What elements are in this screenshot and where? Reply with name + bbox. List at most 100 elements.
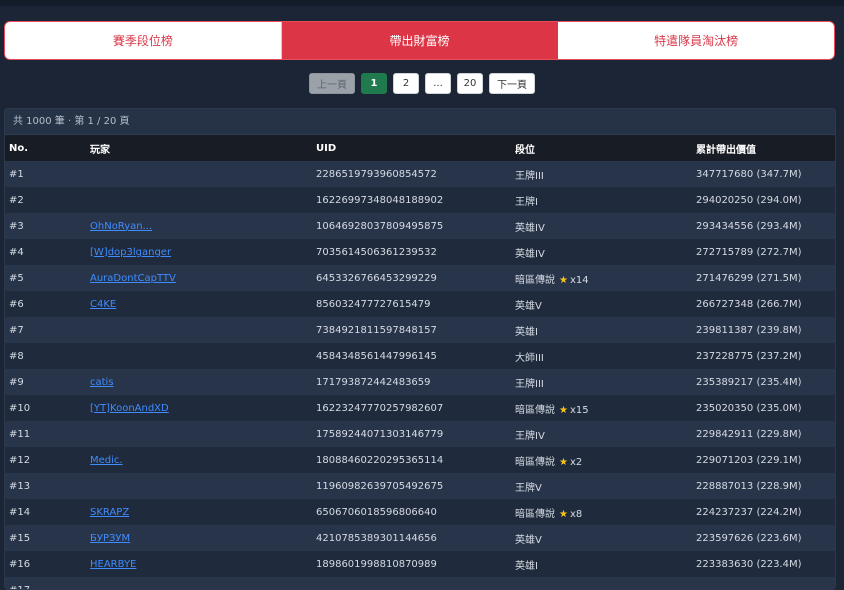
table-row: #1311960982639705492675王牌V228887013 (228… — [5, 473, 835, 499]
player-link[interactable]: БУРЗУМ — [90, 533, 130, 544]
star-icon: ★ — [559, 509, 568, 520]
player-link[interactable]: OhNoRyan... — [90, 221, 152, 232]
uid-cell: 7035614506361239532 — [312, 239, 511, 265]
table-row: #6C4KE856032477727615479英雄V266727348 (26… — [5, 291, 835, 317]
value-cell: 228887013 (228.9M) — [692, 473, 835, 499]
uid-cell: 4210785389301144656 — [312, 525, 511, 551]
player-cell: [YT]KoonAndXD — [86, 395, 312, 421]
row-number: #14 — [5, 499, 86, 525]
rank-label: 王牌V — [515, 483, 542, 494]
player-cell — [86, 187, 312, 213]
rank-label: 英雄IV — [515, 223, 545, 234]
player-cell — [86, 317, 312, 343]
rank-label: 暗區傳說 — [515, 275, 555, 286]
next-page-button[interactable]: 下一頁 — [489, 73, 535, 94]
player-link[interactable]: HEARBYE — [90, 559, 136, 570]
rank-cell: 英雄IV — [511, 213, 692, 239]
player-cell: AuraDontCapTTV — [86, 265, 312, 291]
table-row: #5AuraDontCapTTV6453326766453299229暗區傳說★… — [5, 265, 835, 291]
rank-cell: 暗區傳說 ★x14 — [511, 265, 692, 291]
value-cell: 239811387 (239.8M) — [692, 317, 835, 343]
rank-cell: 王牌III — [511, 369, 692, 395]
row-number: #16 — [5, 551, 86, 577]
table-row: #1117589244071303146779王牌IV229842911 (22… — [5, 421, 835, 447]
tab-season-rank[interactable]: 賽季段位榜 — [5, 22, 282, 59]
table-row: #15БУРЗУМ4210785389301144656英雄V223597626… — [5, 525, 835, 551]
table-row: #77384921811597848157英雄I239811387 (239.8… — [5, 317, 835, 343]
player-link[interactable]: [YT]KoonAndXD — [90, 403, 169, 414]
rank-cell: 暗區傳說★x15 — [511, 395, 692, 421]
star-count: x8 — [570, 509, 582, 520]
page-button-1[interactable]: 1 — [361, 73, 387, 94]
player-cell: OhNoRyan... — [86, 213, 312, 239]
player-link[interactable]: AuraDontCapTTV — [90, 273, 176, 284]
rank-cell: 王牌I — [511, 187, 692, 213]
value-cell: 237228775 (237.2M) — [692, 343, 835, 369]
prev-page-button[interactable]: 上一頁 — [309, 73, 355, 94]
player-link[interactable]: SKRAPZ — [90, 507, 129, 518]
rank-cell: 英雄V — [511, 525, 692, 551]
player-cell: [W]dop3lganger — [86, 239, 312, 265]
page-button-2[interactable]: 2 — [393, 73, 419, 94]
player-link[interactable]: catis — [90, 377, 114, 388]
tab-wealth-extracted[interactable]: 帶出財富榜 — [282, 22, 559, 59]
value-cell: 235020350 (235.0M) — [692, 395, 835, 421]
rank-label: 英雄I — [515, 327, 538, 338]
rank-label: 英雄V — [515, 535, 542, 546]
rank-label: 王牌IV — [515, 431, 545, 442]
page-ellipsis: ... — [425, 73, 451, 94]
star-count: x14 — [570, 275, 589, 286]
table-row: #10[YT]KoonAndXD16223247770257982607暗區傳說… — [5, 395, 835, 421]
row-number: #1 — [5, 161, 86, 187]
rank-cell: 英雄I — [511, 317, 692, 343]
uid-cell: 6506706018596806640 — [312, 499, 511, 525]
row-number: #13 — [5, 473, 86, 499]
player-cell — [86, 473, 312, 499]
table-row: #12286519793960854572王牌III347717680 (347… — [5, 161, 835, 187]
page-button-20[interactable]: 20 — [457, 73, 483, 94]
table-header-row: No. 玩家 UID 段位 累計帶出價值 — [5, 135, 835, 161]
player-link[interactable]: ... — [90, 585, 100, 590]
rank-cell: 英雄V — [511, 291, 692, 317]
star-icon: ★ — [559, 275, 568, 286]
uid-cell: 7384921811597848157 — [312, 317, 511, 343]
value-cell: 223597626 (223.6M) — [692, 525, 835, 551]
value-cell: 294020250 (294.0M) — [692, 187, 835, 213]
rank-label: 王牌III — [515, 379, 544, 390]
top-bar — [0, 0, 844, 6]
player-cell — [86, 161, 312, 187]
pagination: 上一頁 1 2 ... 20 下一頁 — [0, 73, 844, 94]
star-icon: ★ — [559, 405, 568, 416]
rank-label: 英雄I — [515, 561, 538, 572]
uid-cell: 1898601998810870989 — [312, 551, 511, 577]
leaderboard-table: No. 玩家 UID 段位 累計帶出價值 #122865197939608545… — [5, 135, 835, 590]
rank-label: 英雄IV — [515, 249, 545, 260]
uid-cell: 17589244071303146779 — [312, 421, 511, 447]
rank-label: 大師III — [515, 353, 544, 364]
rank-cell: 英雄I — [511, 551, 692, 577]
table-row: #14SKRAPZ6506706018596806640暗區傳說★x822423… — [5, 499, 835, 525]
row-number: #11 — [5, 421, 86, 447]
rank-label: 英雄V — [515, 301, 542, 312]
player-cell — [86, 421, 312, 447]
rank-cell: 暗區傳說★x2 — [511, 447, 692, 473]
table-row: #12Medic.18088460220295365114暗區傳說★x22290… — [5, 447, 835, 473]
table-row: #84584348561447996145大師III237228775 (237… — [5, 343, 835, 369]
value-cell: 272715789 (272.7M) — [692, 239, 835, 265]
player-cell — [86, 343, 312, 369]
tab-operator-kills[interactable]: 特遣隊員淘汰榜 — [558, 22, 834, 59]
col-header-value: 累計帶出價值 — [692, 135, 835, 161]
player-link[interactable]: Medic. — [90, 455, 123, 466]
rank-label: 王牌I — [515, 197, 538, 208]
player-link[interactable]: C4KE — [90, 299, 116, 310]
row-number: #5 — [5, 265, 86, 291]
table-row: #216226997348048188902王牌I294020250 (294.… — [5, 187, 835, 213]
uid-cell: 4584348561447996145 — [312, 343, 511, 369]
player-link[interactable]: [W]dop3lganger — [90, 247, 171, 258]
uid-cell: 16223247770257982607 — [312, 395, 511, 421]
uid-cell: 856032477727615479 — [312, 291, 511, 317]
player-cell: БУРЗУМ — [86, 525, 312, 551]
rank-cell: 王牌III — [511, 161, 692, 187]
row-number: #6 — [5, 291, 86, 317]
col-header-player: 玩家 — [86, 135, 312, 161]
